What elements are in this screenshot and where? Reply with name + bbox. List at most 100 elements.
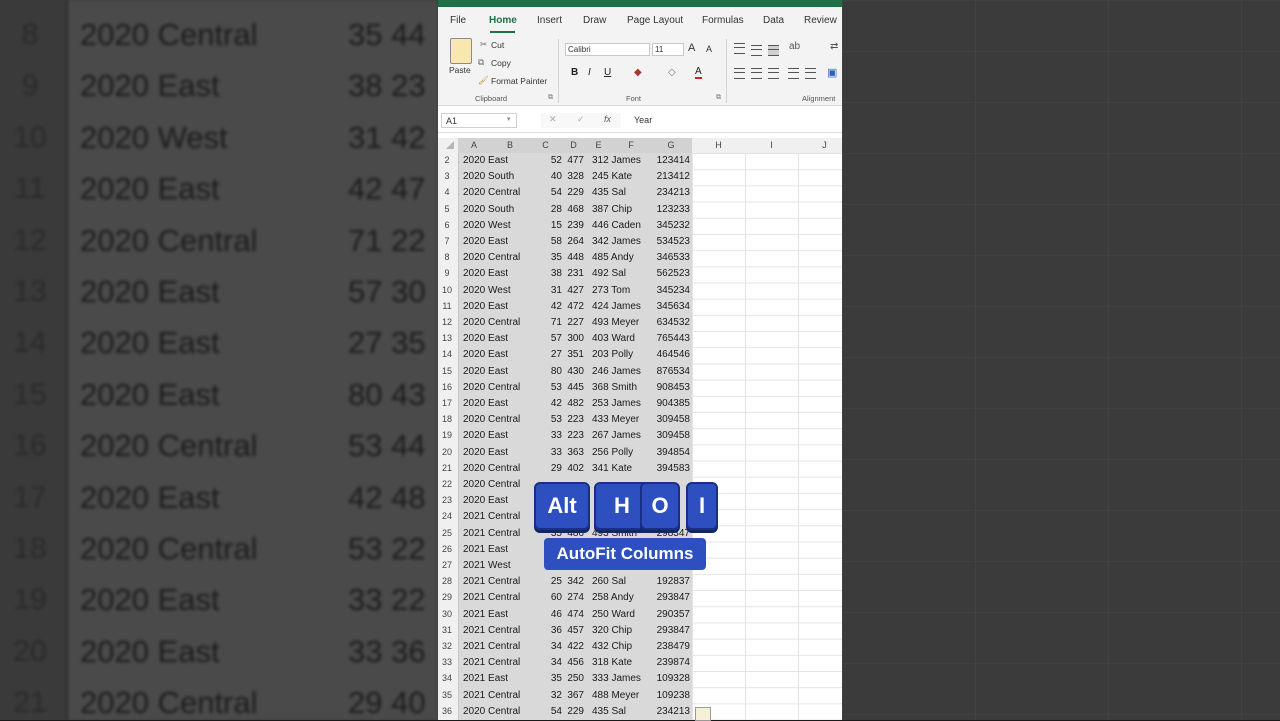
cell-year-region[interactable]: 2020 Central — [463, 252, 520, 263]
table-row[interactable]: 19 2020 East 33 223 267 James 309458 — [438, 428, 692, 444]
cell-year-region[interactable]: 2020 East — [463, 236, 508, 247]
align-right-icon[interactable] — [768, 68, 779, 79]
row-number[interactable]: 21 — [438, 463, 456, 473]
cell-d[interactable]: 264 — [564, 236, 584, 247]
cell-c[interactable]: 32 — [534, 690, 562, 701]
cell-c[interactable]: 53 — [534, 382, 562, 393]
cell-e-name[interactable]: 258 Andy — [592, 592, 634, 603]
cell-g[interactable]: 345234 — [650, 285, 690, 296]
cell-g[interactable]: 394854 — [650, 447, 690, 458]
row-number[interactable]: 36 — [438, 706, 456, 716]
cell-g[interactable]: 765443 — [650, 333, 690, 344]
cell-e-name[interactable]: 256 Polly — [592, 447, 633, 458]
table-row[interactable]: 17 2020 East 42 482 253 James 904385 — [438, 396, 692, 412]
italic-button[interactable]: I — [588, 67, 591, 78]
cell-g[interactable]: 534523 — [650, 236, 690, 247]
cell-year-region[interactable]: 2020 Central — [463, 414, 520, 425]
cell-e-name[interactable]: 245 Kate — [592, 171, 632, 182]
cell-d[interactable]: 300 — [564, 333, 584, 344]
cell-e-name[interactable]: 424 James — [592, 301, 641, 312]
align-top-icon[interactable] — [734, 43, 745, 54]
row-number[interactable]: 15 — [438, 366, 456, 376]
cell-year-region[interactable]: 2020 Central — [463, 463, 520, 474]
cell-c[interactable]: 31 — [534, 285, 562, 296]
cell-d[interactable]: 229 — [564, 187, 584, 198]
table-row[interactable]: 12 2020 Central 71 227 493 Meyer 634532 — [438, 315, 692, 331]
row-number[interactable]: 16 — [438, 382, 456, 392]
cell-e-name[interactable]: 320 Chip — [592, 625, 632, 636]
cell-g[interactable]: 309458 — [650, 414, 690, 425]
paste-button[interactable]: Paste — [449, 65, 471, 75]
cancel-icon[interactable]: ✕ — [549, 114, 557, 125]
table-row[interactable]: 4 2020 Central 54 229 435 Sal 234213 — [438, 185, 692, 201]
row-number[interactable]: 33 — [438, 657, 456, 667]
cell-g[interactable]: 634532 — [650, 317, 690, 328]
row-number[interactable]: 31 — [438, 625, 456, 635]
cell-c[interactable]: 29 — [534, 463, 562, 474]
tab-insert[interactable]: Insert — [537, 15, 562, 26]
cell-d[interactable]: 430 — [564, 366, 584, 377]
row-number[interactable]: 22 — [438, 479, 456, 489]
cell-d[interactable]: 223 — [564, 414, 584, 425]
cell-g[interactable]: 123233 — [650, 204, 690, 215]
cell-g[interactable]: 346533 — [650, 252, 690, 263]
cell-year-region[interactable]: 2021 Central — [463, 690, 520, 701]
cell-year-region[interactable]: 2020 East — [463, 447, 508, 458]
row-number[interactable]: 13 — [438, 333, 456, 343]
cell-g[interactable]: 213412 — [650, 171, 690, 182]
clipboard-launcher-icon[interactable]: ⧉ — [548, 94, 553, 102]
table-row[interactable]: 18 2020 Central 53 223 433 Meyer 309458 — [438, 412, 692, 428]
cell-e-name[interactable]: 260 Sal — [592, 576, 626, 587]
column-header-g[interactable]: G — [651, 140, 691, 150]
cell-c[interactable]: 40 — [534, 171, 562, 182]
table-row[interactable]: 15 2020 East 80 430 246 James 876534 — [438, 364, 692, 380]
table-row[interactable]: 36 2020 Central 54 229 435 Sal 234213 — [438, 704, 692, 720]
cell-d[interactable]: 223 — [564, 430, 584, 441]
cell-e-name[interactable]: 403 Ward — [592, 333, 635, 344]
align-bottom-icon[interactable] — [768, 45, 779, 56]
cell-e-name[interactable]: 333 James — [592, 673, 641, 684]
cell-c[interactable]: 38 — [534, 268, 562, 279]
table-row[interactable]: 16 2020 Central 53 445 368 Smith 908453 — [438, 380, 692, 396]
cell-c[interactable]: 33 — [534, 447, 562, 458]
cell-c[interactable]: 15 — [534, 220, 562, 231]
align-middle-icon[interactable] — [751, 45, 762, 56]
cell-g[interactable]: 562523 — [650, 268, 690, 279]
cell-d[interactable]: 472 — [564, 301, 584, 312]
cell-g[interactable]: 238479 — [650, 641, 690, 652]
cell-e-name[interactable]: 435 Sal — [592, 187, 626, 198]
row-number[interactable]: 34 — [438, 673, 456, 683]
paste-icon[interactable] — [450, 38, 472, 64]
column-header-b[interactable]: B — [490, 140, 530, 150]
orientation-icon[interactable]: ab — [789, 41, 800, 52]
cell-year-region[interactable]: 2021 Central — [463, 657, 520, 668]
cell-year-region[interactable]: 2020 East — [463, 430, 508, 441]
column-header-i[interactable]: I — [745, 140, 798, 150]
format-painter-button[interactable]: Format Painter — [491, 76, 547, 86]
cell-c[interactable]: 52 — [534, 155, 562, 166]
table-row[interactable]: 34 2021 East 35 250 333 James 109328 — [438, 671, 692, 687]
cell-c[interactable]: 34 — [534, 641, 562, 652]
cell-e-name[interactable]: 253 James — [592, 398, 641, 409]
column-header-c[interactable]: C — [530, 140, 561, 150]
fill-color-icon[interactable]: ◆ — [634, 67, 642, 78]
table-row[interactable]: 11 2020 East 42 472 424 James 345634 — [438, 299, 692, 315]
table-row[interactable]: 8 2020 Central 35 448 485 Andy 346533 — [438, 250, 692, 266]
font-launcher-icon[interactable]: ⧉ — [716, 94, 721, 102]
cell-e-name[interactable]: 250 Ward — [592, 609, 635, 620]
cell-e-name[interactable]: 387 Chip — [592, 204, 632, 215]
table-row[interactable]: 33 2021 Central 34 456 318 Kate 239874 — [438, 655, 692, 671]
row-number[interactable]: 6 — [438, 220, 456, 230]
cell-g[interactable]: 309458 — [650, 430, 690, 441]
table-row[interactable]: 21 2020 Central 29 402 341 Kate 394583 — [438, 461, 692, 477]
cell-g[interactable]: 234213 — [650, 187, 690, 198]
cell-c[interactable]: 35 — [534, 252, 562, 263]
row-number[interactable]: 18 — [438, 414, 456, 424]
cell-e-name[interactable]: 312 James — [592, 155, 641, 166]
cell-year-region[interactable]: 2021 Central — [463, 511, 520, 522]
cell-e-name[interactable]: 432 Chip — [592, 641, 632, 652]
tab-page-layout[interactable]: Page Layout — [627, 15, 683, 26]
column-header-f[interactable]: F — [611, 140, 651, 150]
cell-g[interactable]: 192837 — [650, 576, 690, 587]
cell-c[interactable]: 28 — [534, 204, 562, 215]
